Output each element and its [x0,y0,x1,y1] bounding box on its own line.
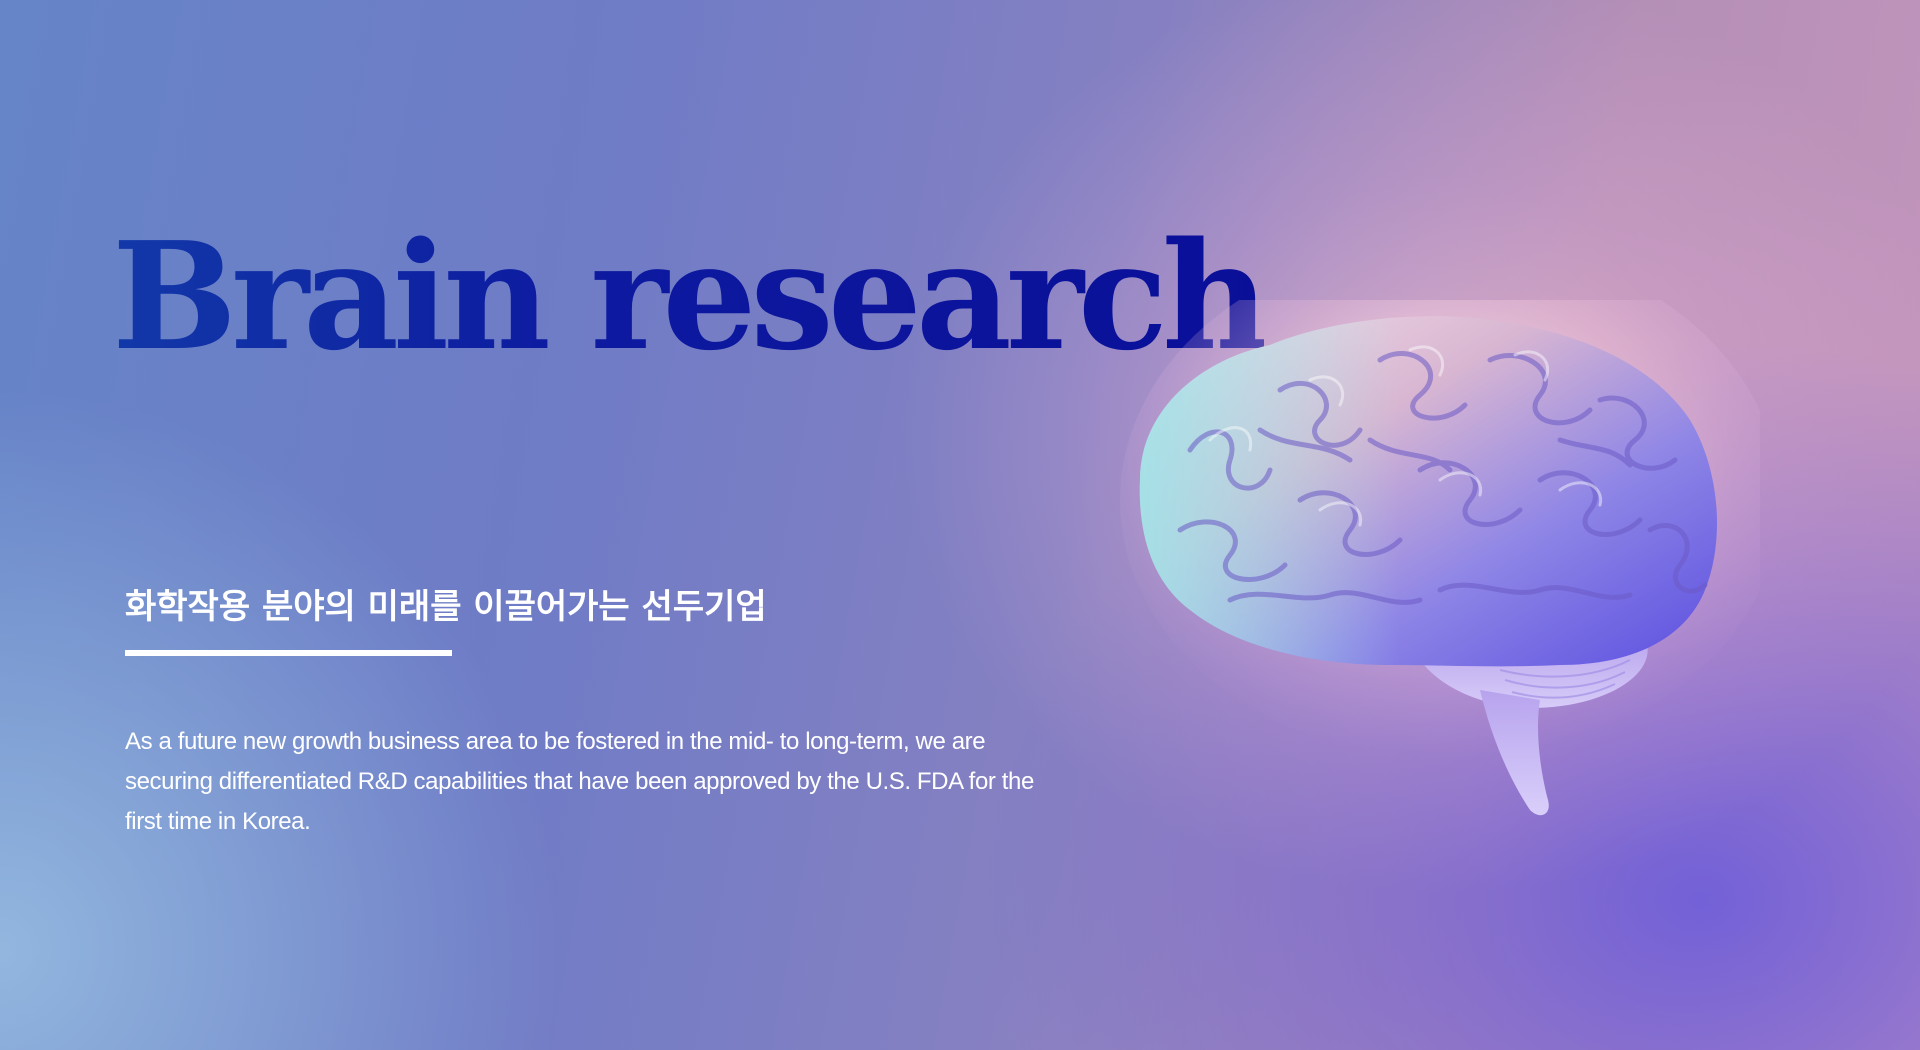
hero-description: As a future new growth business area to … [125,728,1034,835]
hero-subtitle: 화학작용 분야의 미래를 이끌어가는 선두기업 [125,587,767,627]
hero-section: Brain research 화학작용 분야의 미래를 이끌어가는 선두기업 A… [0,0,1920,1050]
hero-title: Brain research [112,209,1270,383]
brain-illustration [1120,300,1760,840]
subtitle-underline [125,650,452,656]
